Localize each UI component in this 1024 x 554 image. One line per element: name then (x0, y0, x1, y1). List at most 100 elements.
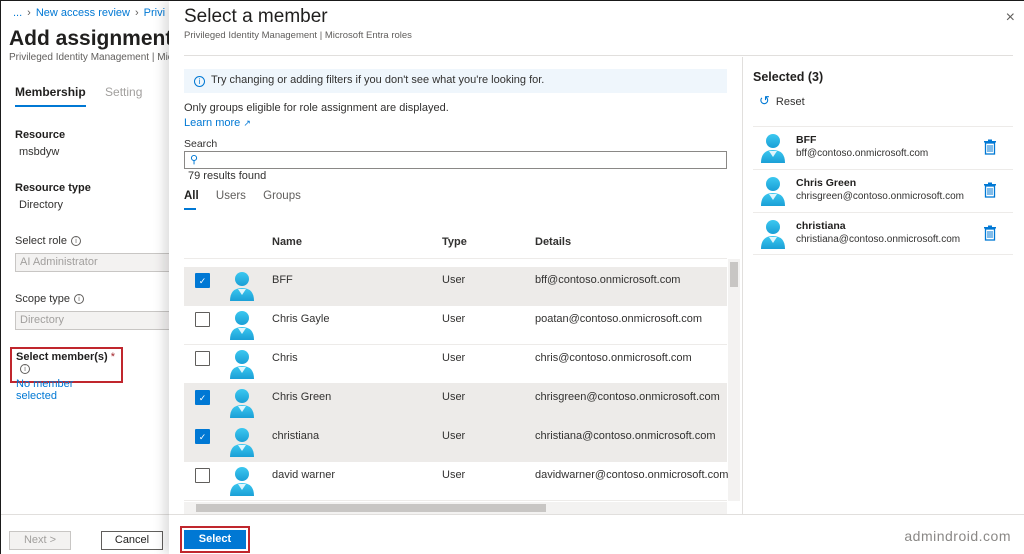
search-input[interactable]: ⚲ (184, 151, 727, 169)
row-name: christiana (272, 430, 320, 442)
reset-label: Reset (775, 96, 805, 108)
selected-item: BFF bff@contoso.onmicrosoft.com (753, 126, 1013, 169)
scope-type-field: Scope type i Directory (15, 293, 175, 330)
column-name[interactable]: Name (272, 236, 302, 248)
select-button-highlight: Select (180, 526, 250, 553)
row-name: BFF (272, 274, 293, 286)
select-members-label: Select member(s) (16, 351, 108, 363)
info-icon: i (194, 76, 205, 87)
table-row[interactable]: Chris Gayle User poatan@contoso.onmicrosof… (184, 306, 727, 345)
breadcrumb: ... › New access review › Privi (13, 7, 165, 19)
table-row[interactable]: ✓ Chris Green User chrisgreen@contoso.onmic… (184, 384, 727, 423)
table-row[interactable]: david warner User davidwarner@contoso.onmi… (184, 462, 729, 501)
required-marker: * (110, 351, 116, 363)
learn-more-link[interactable]: Learn more ↗ (184, 117, 251, 129)
breadcrumb-privileged[interactable]: Privi (144, 7, 165, 19)
tab-membership[interactable]: Membership (15, 85, 86, 99)
tab-users[interactable]: Users (216, 190, 246, 202)
selected-email: chrisgreen@contoso.onmicrosoft.com (796, 191, 964, 202)
search-icon: ⚲ (190, 154, 199, 166)
row-details: davidwarner@contoso.onmicrosoft.com (535, 469, 729, 481)
panel-title: Select a member (184, 6, 328, 27)
chevron-right-icon: › (134, 7, 139, 19)
members-table: Name Type Details ✓ BFF User bff@contoso.on… (184, 223, 739, 515)
select-members-field: Select member(s) * i No member selected (10, 347, 123, 402)
row-details: poatan@contoso.onmicrosoft.com (535, 313, 703, 325)
resource-field: Resource msbdyw (15, 129, 65, 158)
row-type: User (442, 352, 466, 364)
vertical-scrollbar[interactable] (728, 259, 740, 501)
user-avatar-icon (229, 310, 255, 340)
row-checkbox[interactable] (195, 351, 210, 366)
scroll-thumb[interactable] (196, 504, 546, 512)
select-button[interactable]: Select (184, 530, 246, 549)
divider (742, 57, 743, 515)
row-type: User (442, 391, 466, 403)
column-type[interactable]: Type (442, 236, 467, 248)
tab-all[interactable]: All (184, 190, 199, 202)
row-name: Chris Gayle (272, 313, 330, 325)
trash-icon[interactable] (983, 139, 997, 155)
row-details: christiana@contoso.onmicrosoft.com (535, 430, 716, 442)
select-role-dropdown: AI Administrator (15, 253, 175, 272)
selected-title: Selected (3) (753, 70, 824, 84)
row-type: User (442, 430, 466, 442)
selected-name: christiana (796, 220, 846, 232)
undo-icon: ↺ (759, 93, 770, 108)
assignment-tabs: Membership Setting (15, 85, 158, 99)
close-icon[interactable]: × (1006, 9, 1015, 27)
resource-label: Resource (15, 129, 66, 141)
row-type: User (442, 313, 466, 325)
breadcrumb-new-access-review[interactable]: New access review (36, 7, 130, 19)
column-details[interactable]: Details (535, 236, 571, 248)
trash-icon[interactable] (983, 225, 997, 241)
selected-name: BFF (796, 134, 817, 146)
info-icon[interactable]: i (74, 294, 85, 305)
selected-email: christiana@contoso.onmicrosoft.com (796, 234, 961, 245)
select-role-field: Select role i AI Administrator (15, 235, 175, 272)
trash-icon[interactable] (983, 182, 997, 198)
user-avatar-icon (229, 427, 255, 457)
panel-subtitle: Privileged Identity Management | Microso… (184, 30, 412, 41)
table-header: Name Type Details (184, 223, 727, 259)
footer-left: Next > Cancel (1, 514, 169, 554)
resource-type-field: Resource type Directory (15, 182, 91, 211)
user-avatar-icon (229, 349, 255, 379)
no-member-selected-link[interactable]: No member selected (16, 378, 117, 402)
learn-more-text[interactable]: Learn more (184, 117, 240, 129)
table-row[interactable]: ✓ christiana User christiana@contoso.onmicr… (184, 423, 727, 462)
table-row[interactable]: Chris User chris@contoso.onmicrosoft.com (184, 345, 727, 384)
reset-button[interactable]: ↺ Reset (759, 93, 805, 109)
filter-tabs: All Users Groups (184, 190, 315, 202)
row-checkbox[interactable] (195, 312, 210, 327)
results-count: 79 results found (188, 170, 267, 182)
tab-groups[interactable]: Groups (263, 190, 301, 202)
selected-email: bff@contoso.onmicrosoft.com (796, 148, 929, 159)
tab-setting[interactable]: Setting (105, 85, 142, 99)
info-icon[interactable]: i (70, 236, 81, 247)
row-type: User (442, 274, 466, 286)
page-subtitle: Privileged Identity Management | Micro (9, 52, 182, 63)
row-details: chris@contoso.onmicrosoft.com (535, 352, 692, 364)
footer-panel: Select admindroid.com (169, 514, 1024, 554)
row-checkbox[interactable] (195, 468, 210, 483)
page-title: Add assignments (9, 27, 185, 50)
scroll-thumb[interactable] (730, 262, 738, 287)
info-banner: i Try changing or adding filters if you d… (184, 69, 727, 93)
breadcrumb-ellipsis[interactable]: ... (13, 7, 22, 19)
row-details: chrisgreen@contoso.onmicrosoft.com (535, 391, 720, 403)
selected-list: BFF bff@contoso.onmicrosoft.com Chris Gree… (753, 126, 1013, 255)
info-icon[interactable]: i (20, 364, 30, 375)
scope-type-dropdown: Directory (15, 311, 175, 330)
horizontal-scrollbar[interactable] (184, 502, 727, 514)
chevron-right-icon: › (27, 7, 31, 19)
resource-value: msbdyw (19, 146, 60, 158)
table-row[interactable]: ✓ BFF User bff@contoso.onmicrosoft.com (184, 267, 727, 306)
row-checkbox[interactable]: ✓ (195, 390, 210, 405)
next-button[interactable]: Next > (9, 531, 71, 550)
user-avatar-icon (229, 271, 255, 301)
cancel-button[interactable]: Cancel (101, 531, 163, 550)
row-checkbox[interactable]: ✓ (195, 429, 210, 444)
search-label: Search (184, 138, 218, 150)
row-checkbox[interactable]: ✓ (195, 273, 210, 288)
